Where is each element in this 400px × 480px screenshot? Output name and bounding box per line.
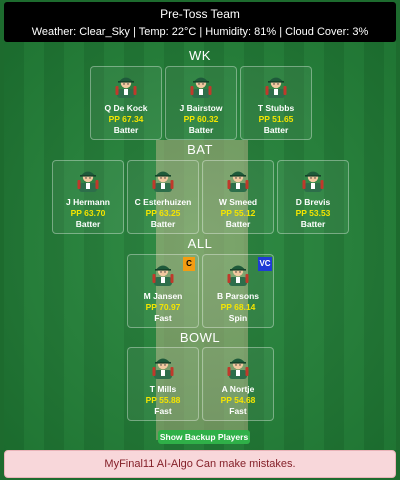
player-card-wk-0[interactable]: Q De Kock PP 67.34 Batter — [90, 66, 162, 140]
player-name: W Smeed — [218, 197, 258, 207]
player-name: M Jansen — [143, 291, 183, 301]
player-points: PP 70.97 — [145, 302, 181, 312]
ai-disclaimer-banner: MyFinal11 AI-Algo Can make mistakes. — [4, 450, 396, 478]
player-role: Batter — [75, 219, 101, 229]
player-card-bat-2[interactable]: W Smeed PP 55.12 Batter — [202, 160, 274, 234]
player-name: B Parsons — [216, 291, 260, 301]
player-card-all-0[interactable]: C M Jansen PP 70.97 Fast — [127, 254, 199, 328]
cricketer-avatar-icon — [115, 77, 137, 98]
player-name: Q De Kock — [104, 103, 148, 113]
player-card-wk-2[interactable]: T Stubbs PP 51.65 Batter — [240, 66, 312, 140]
player-points: PP 67.34 — [108, 114, 144, 124]
show-backup-players-button[interactable]: Show Backup Players — [158, 430, 250, 444]
player-points: PP 68.14 — [220, 302, 256, 312]
player-role: Fast — [154, 406, 172, 416]
player-points: PP 51.65 — [258, 114, 294, 124]
weather-info: Weather: Clear_Sky | Temp: 22°C | Humidi… — [31, 26, 369, 38]
player-role: Fast — [154, 313, 172, 323]
player-name: J Bairstow — [179, 103, 223, 113]
player-card-all-1[interactable]: VC B Parsons PP 68.14 Spin — [202, 254, 274, 328]
player-points: PP 55.88 — [145, 395, 181, 405]
player-card-bat-3[interactable]: D Brevis PP 53.53 Batter — [277, 160, 349, 234]
player-role: Spin — [228, 313, 248, 323]
player-name: A Nortje — [221, 384, 255, 394]
player-role: Batter — [225, 219, 251, 229]
cricketer-avatar-icon — [152, 265, 174, 286]
player-name: T Stubbs — [257, 103, 295, 113]
player-role: Fast — [229, 406, 247, 416]
player-points: PP 55.12 — [220, 208, 256, 218]
player-role: Batter — [150, 219, 176, 229]
cricket-field: WK Q De Kock PP 67.34 Batter J Bairstow … — [4, 42, 396, 450]
section-label-bowl: BOWL — [179, 330, 221, 345]
player-role: Batter — [300, 219, 326, 229]
captain-badge: C — [183, 257, 195, 271]
cricketer-avatar-icon — [265, 77, 287, 98]
player-name: J Hermann — [66, 197, 110, 207]
player-points: PP 54.68 — [220, 395, 256, 405]
player-points: PP 63.70 — [70, 208, 106, 218]
player-role: Batter — [113, 125, 139, 135]
cricketer-avatar-icon — [227, 358, 249, 379]
player-card-bowl-0[interactable]: T Mills PP 55.88 Fast — [127, 347, 199, 421]
cricketer-avatar-icon — [77, 171, 99, 192]
cricketer-avatar-icon — [302, 171, 324, 192]
player-role: Batter — [188, 125, 214, 135]
page-title: Pre-Toss Team — [160, 7, 240, 21]
cricketer-avatar-icon — [190, 77, 212, 98]
player-points: PP 53.53 — [295, 208, 331, 218]
player-card-bat-1[interactable]: C Esterhuizen PP 63.25 Batter — [127, 160, 199, 234]
player-card-wk-1[interactable]: J Bairstow PP 60.32 Batter — [165, 66, 237, 140]
cricketer-avatar-icon — [152, 358, 174, 379]
cricketer-avatar-icon — [152, 171, 174, 192]
player-role: Batter — [263, 125, 289, 135]
player-points: PP 60.32 — [183, 114, 219, 124]
player-name: C Esterhuizen — [134, 197, 192, 207]
section-label-wk: WK — [189, 48, 211, 63]
section-label-bat: BAT — [187, 142, 213, 157]
cricketer-avatar-icon — [227, 265, 249, 286]
player-card-bat-0[interactable]: J Hermann PP 63.70 Batter — [52, 160, 124, 234]
player-name: D Brevis — [295, 197, 331, 207]
section-label-all: ALL — [187, 236, 213, 251]
team-header: Pre-Toss Team Weather: Clear_Sky | Temp:… — [4, 2, 396, 42]
player-card-bowl-1[interactable]: A Nortje PP 54.68 Fast — [202, 347, 274, 421]
player-points: PP 63.25 — [145, 208, 181, 218]
player-name: T Mills — [149, 384, 177, 394]
vice-captain-badge: VC — [258, 257, 272, 271]
cricketer-avatar-icon — [227, 171, 249, 192]
